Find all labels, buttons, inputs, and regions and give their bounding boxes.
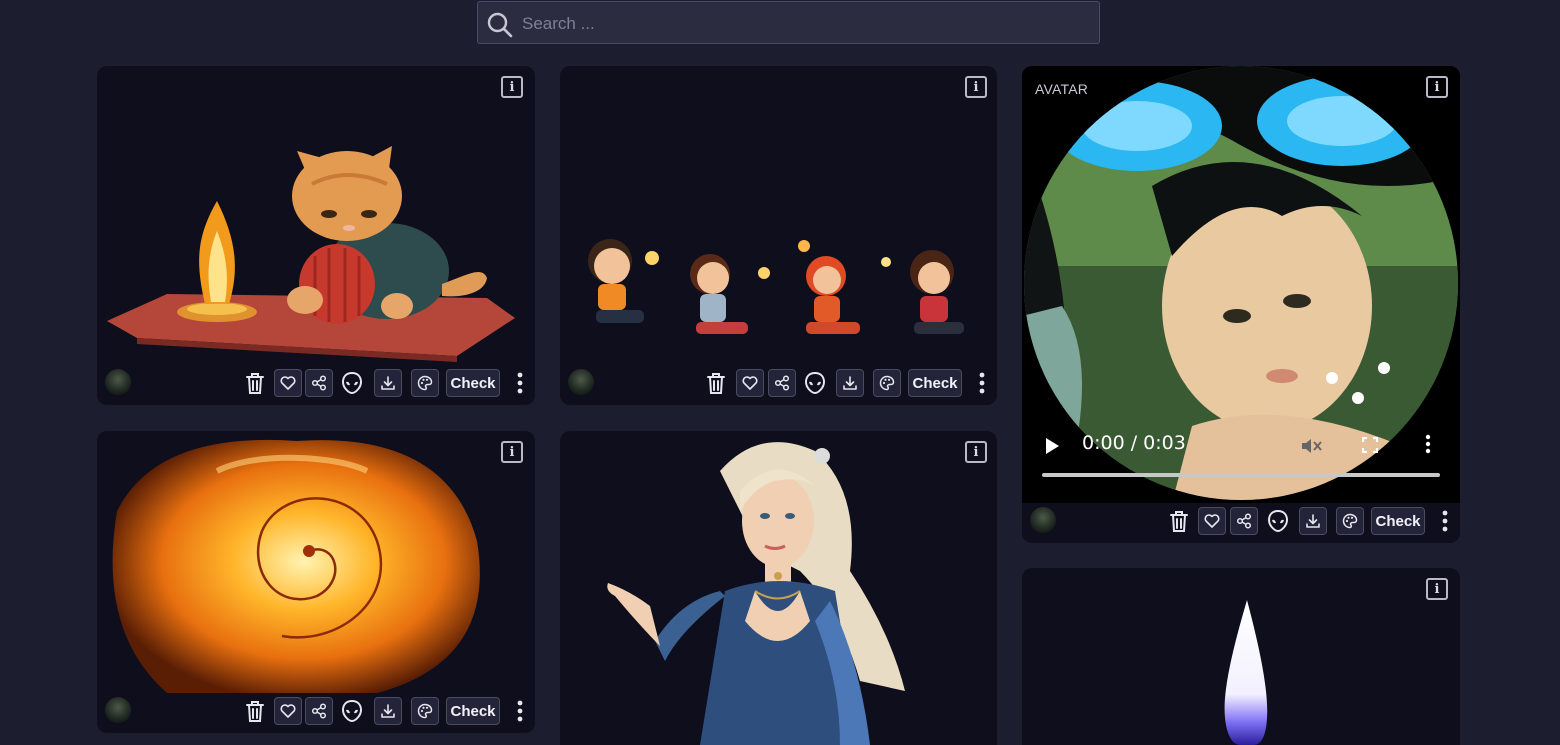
trash-icon: [246, 373, 264, 394]
more-button[interactable]: [514, 697, 526, 725]
alien-icon: [1267, 509, 1289, 533]
search-icon: [487, 12, 513, 38]
check-button[interactable]: Check: [446, 697, 500, 725]
alien-icon: [804, 371, 826, 395]
favorite-button[interactable]: [1198, 507, 1226, 535]
search-input[interactable]: [520, 2, 1084, 45]
download-button[interactable]: [836, 369, 864, 397]
download-icon: [381, 376, 395, 390]
generated-image[interactable]: [560, 66, 997, 366]
palette-button[interactable]: [411, 697, 439, 725]
delete-button[interactable]: [242, 697, 268, 725]
card-actions: Check: [1022, 507, 1460, 541]
card-actions: Check: [97, 697, 535, 731]
play-icon[interactable]: [1045, 438, 1059, 454]
video-time: 0:00 / 0:03: [1082, 432, 1186, 454]
check-button[interactable]: Check: [446, 369, 500, 397]
image-card[interactable]: i Check: [560, 66, 997, 405]
share-button[interactable]: [305, 369, 333, 397]
heart-icon: [1204, 514, 1220, 528]
generated-image[interactable]: [97, 431, 535, 693]
fullscreen-icon[interactable]: [1362, 437, 1378, 453]
palette-button[interactable]: [411, 369, 439, 397]
palette-icon: [1342, 513, 1358, 529]
more-button[interactable]: [514, 369, 526, 397]
mute-icon[interactable]: [1300, 436, 1322, 456]
alien-button[interactable]: [1265, 507, 1291, 535]
download-icon: [1306, 514, 1320, 528]
download-button[interactable]: [1299, 507, 1327, 535]
card-actions: Check: [97, 369, 535, 403]
video-progress-bar[interactable]: [1042, 473, 1440, 477]
image-card[interactable]: i Check: [97, 431, 535, 733]
favorite-button[interactable]: [274, 697, 302, 725]
heart-icon: [280, 376, 296, 390]
generated-image[interactable]: [560, 431, 997, 745]
trash-icon: [1170, 511, 1188, 532]
palette-button[interactable]: [1336, 507, 1364, 535]
info-icon[interactable]: i: [501, 441, 523, 463]
share-button[interactable]: [305, 697, 333, 725]
download-icon: [843, 376, 857, 390]
delete-button[interactable]: [703, 369, 729, 397]
alien-button[interactable]: [802, 369, 828, 397]
download-icon: [381, 704, 395, 718]
more-button[interactable]: [976, 369, 988, 397]
alien-icon: [341, 371, 363, 395]
share-button[interactable]: [768, 369, 796, 397]
palette-icon: [417, 375, 433, 391]
alien-icon: [341, 699, 363, 723]
avatar[interactable]: [568, 369, 594, 395]
share-icon: [774, 375, 790, 391]
trash-icon: [707, 373, 725, 394]
info-icon[interactable]: i: [1426, 578, 1448, 600]
video-controls: 0:00 / 0:03: [1022, 426, 1460, 506]
palette-button[interactable]: [873, 369, 901, 397]
delete-button[interactable]: [1166, 507, 1192, 535]
alien-button[interactable]: [339, 697, 365, 725]
more-icon: [517, 700, 523, 722]
more-icon[interactable]: [1425, 434, 1431, 454]
more-button[interactable]: [1439, 507, 1451, 535]
favorite-button[interactable]: [274, 369, 302, 397]
info-icon[interactable]: i: [501, 76, 523, 98]
check-button[interactable]: Check: [1371, 507, 1425, 535]
check-button[interactable]: Check: [908, 369, 962, 397]
card-tag: AVATAR: [1035, 81, 1089, 97]
palette-icon: [879, 375, 895, 391]
image-card[interactable]: i Check: [97, 66, 535, 405]
delete-button[interactable]: [242, 369, 268, 397]
video-card[interactable]: AVATAR 0:00 / 0:03 i Check: [1022, 66, 1460, 543]
heart-icon: [280, 704, 296, 718]
favorite-button[interactable]: [736, 369, 764, 397]
generated-image[interactable]: [1022, 568, 1460, 745]
alien-button[interactable]: [339, 369, 365, 397]
heart-icon: [742, 376, 758, 390]
share-button[interactable]: [1230, 507, 1258, 535]
download-button[interactable]: [374, 369, 402, 397]
avatar[interactable]: [1030, 507, 1056, 533]
more-icon: [517, 372, 523, 394]
video-player[interactable]: AVATAR 0:00 / 0:03: [1022, 66, 1460, 503]
info-icon[interactable]: i: [1426, 76, 1448, 98]
more-icon: [979, 372, 985, 394]
trash-icon: [246, 701, 264, 722]
image-card[interactable]: i: [560, 431, 997, 745]
info-icon[interactable]: i: [965, 441, 987, 463]
share-icon: [311, 375, 327, 391]
avatar[interactable]: [105, 369, 131, 395]
search-bar[interactable]: [477, 1, 1100, 45]
image-card[interactable]: i: [1022, 568, 1460, 745]
avatar[interactable]: [105, 697, 131, 723]
info-icon[interactable]: i: [965, 76, 987, 98]
share-icon: [1236, 513, 1252, 529]
more-icon: [1442, 510, 1448, 532]
card-actions: Check: [560, 369, 997, 403]
palette-icon: [417, 703, 433, 719]
share-icon: [311, 703, 327, 719]
generated-image[interactable]: [97, 66, 535, 366]
download-button[interactable]: [374, 697, 402, 725]
